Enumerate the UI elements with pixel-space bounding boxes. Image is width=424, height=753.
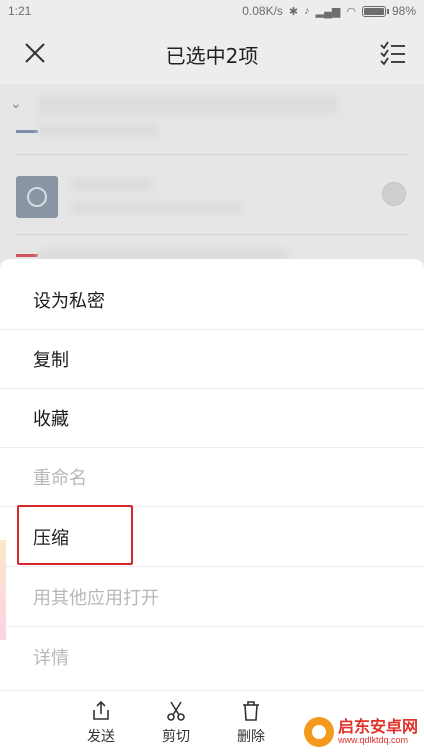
wifi-icon: ◠	[346, 5, 356, 18]
delete-label: 删除	[237, 729, 265, 745]
page-title: 已选中2项	[165, 44, 259, 68]
signal-icon: ▂▄▆	[315, 5, 341, 18]
status-time: 1:21	[8, 4, 32, 18]
selection-toolbar: 已选中2项	[0, 22, 424, 84]
trash-icon	[243, 701, 259, 721]
mute-icon: ♪	[304, 5, 310, 17]
row-accent	[16, 130, 38, 133]
blurred-file-meta	[72, 202, 242, 214]
watermark-url: www.qdlktdq.com	[337, 734, 409, 745]
scissors-icon	[167, 701, 185, 721]
watermark-title: 启东安卓网	[337, 716, 418, 736]
send-label: 发送	[87, 729, 115, 745]
send-button[interactable]: 发送	[71, 699, 131, 751]
select-radio	[382, 182, 406, 206]
share-icon	[93, 700, 109, 720]
watermark-logo-icon	[303, 717, 334, 747]
watermark: 启东安卓网 www.qdlktdq.com	[303, 716, 418, 747]
battery-icon	[361, 5, 389, 17]
divider	[16, 154, 408, 155]
blurred-text	[38, 124, 158, 136]
delete-button[interactable]: 删除	[221, 699, 281, 751]
menu-item-rename: 重命名	[0, 448, 424, 507]
file-list-background: ⌄	[0, 84, 424, 264]
checklist-icon	[380, 41, 405, 66]
status-icons: 0.08K/s ✱ ♪ ▂▄▆ ◠ 98%	[242, 4, 416, 18]
close-icon	[25, 43, 45, 63]
status-bar: 1:21 0.08K/s ✱ ♪ ▂▄▆ ◠ 98%	[0, 0, 424, 22]
network-speed: 0.08K/s	[242, 4, 283, 18]
menu-item-favorite[interactable]: 收藏	[0, 389, 424, 448]
folder-icon	[16, 176, 58, 218]
chevron-down-icon: ⌄	[10, 96, 22, 112]
menu-item-set-private[interactable]: 设为私密	[0, 271, 424, 330]
blurred-file-name	[72, 178, 152, 192]
bluetooth-icon: ✱	[288, 5, 299, 18]
decorative-stripe	[0, 540, 6, 640]
menu-item-details: 详情	[33, 647, 69, 669]
select-all-button[interactable]	[378, 38, 408, 68]
menu-item-compress[interactable]: 压缩	[0, 508, 424, 567]
cut-button[interactable]: 剪切	[146, 699, 206, 751]
menu-item-copy[interactable]: 复制	[0, 330, 424, 389]
battery-level: 98%	[391, 4, 416, 18]
menu-item-open-with: 用其他应用打开	[0, 568, 424, 627]
cut-label: 剪切	[162, 729, 190, 745]
divider	[16, 234, 408, 235]
row-accent	[16, 254, 38, 257]
close-button[interactable]	[20, 38, 50, 68]
blurred-group-header	[38, 96, 338, 114]
